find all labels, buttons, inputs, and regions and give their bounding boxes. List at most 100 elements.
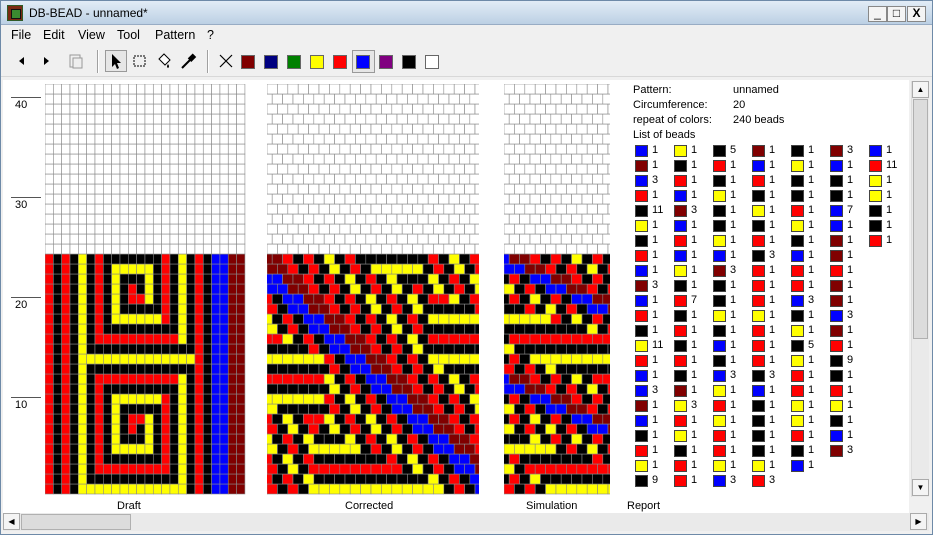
bead[interactable]	[597, 363, 609, 375]
bead[interactable]	[365, 213, 377, 225]
bead[interactable]	[303, 373, 315, 385]
bead[interactable]	[111, 463, 121, 475]
bead[interactable]	[297, 403, 309, 415]
bead[interactable]	[545, 243, 557, 255]
bead[interactable]	[592, 453, 604, 465]
bead[interactable]	[581, 113, 593, 125]
bead[interactable]	[282, 453, 294, 465]
bead[interactable]	[136, 263, 146, 275]
bead[interactable]	[267, 133, 273, 145]
bead[interactable]	[227, 373, 237, 385]
bead[interactable]	[267, 413, 273, 425]
bead[interactable]	[267, 243, 278, 255]
bead[interactable]	[152, 413, 162, 425]
bead[interactable]	[111, 273, 121, 285]
bead[interactable]	[94, 153, 104, 165]
bead[interactable]	[504, 213, 510, 225]
bead[interactable]	[422, 363, 434, 375]
bead[interactable]	[103, 393, 112, 405]
bead[interactable]	[329, 263, 341, 275]
bead[interactable]	[111, 393, 121, 405]
bead[interactable]	[78, 213, 87, 225]
bead[interactable]	[540, 113, 552, 125]
bead[interactable]	[202, 313, 212, 325]
bead[interactable]	[186, 443, 196, 455]
bead[interactable]	[277, 423, 289, 435]
bead[interactable]	[119, 113, 129, 125]
bead[interactable]	[69, 353, 79, 365]
bead[interactable]	[519, 153, 531, 165]
bead[interactable]	[381, 363, 393, 375]
bead[interactable]	[597, 463, 609, 475]
bead[interactable]	[597, 143, 609, 155]
bead[interactable]	[219, 103, 229, 115]
bead[interactable]	[128, 353, 137, 365]
bead[interactable]	[61, 273, 71, 285]
bead[interactable]	[219, 243, 229, 255]
bead[interactable]	[282, 293, 294, 305]
bead[interactable]	[69, 303, 79, 315]
bead[interactable]	[469, 273, 479, 285]
bead[interactable]	[318, 483, 330, 495]
bead[interactable]	[391, 343, 403, 355]
bead[interactable]	[474, 143, 479, 155]
bead[interactable]	[94, 303, 104, 315]
bead[interactable]	[78, 373, 87, 385]
bead[interactable]	[576, 123, 588, 135]
bead[interactable]	[318, 403, 330, 415]
bead[interactable]	[514, 483, 526, 495]
bead[interactable]	[344, 393, 356, 405]
bead[interactable]	[119, 483, 129, 495]
bead[interactable]	[313, 173, 325, 185]
bead[interactable]	[219, 343, 229, 355]
bead[interactable]	[519, 113, 531, 125]
bead[interactable]	[86, 303, 96, 315]
bead[interactable]	[370, 143, 382, 155]
bead[interactable]	[292, 313, 304, 325]
bead[interactable]	[438, 213, 450, 225]
bead[interactable]	[78, 283, 87, 295]
bead[interactable]	[422, 123, 434, 135]
bead[interactable]	[194, 93, 204, 105]
bead[interactable]	[453, 403, 465, 415]
bead[interactable]	[401, 223, 413, 235]
bead[interactable]	[277, 203, 289, 215]
bead[interactable]	[236, 173, 246, 185]
bead[interactable]	[571, 173, 583, 185]
bead[interactable]	[443, 163, 455, 175]
bead[interactable]	[202, 163, 212, 175]
bead[interactable]	[186, 463, 196, 475]
bead[interactable]	[136, 113, 146, 125]
bead[interactable]	[267, 223, 278, 235]
bead[interactable]	[448, 313, 460, 325]
bead[interactable]	[169, 123, 179, 135]
bead[interactable]	[504, 93, 510, 105]
bead[interactable]	[227, 403, 237, 415]
bead[interactable]	[534, 463, 546, 475]
bead[interactable]	[94, 93, 104, 105]
bead[interactable]	[386, 433, 398, 445]
bead[interactable]	[504, 423, 515, 435]
bead[interactable]	[136, 203, 146, 215]
bead[interactable]	[534, 203, 546, 215]
bead[interactable]	[571, 273, 583, 285]
bead[interactable]	[334, 273, 346, 285]
bead[interactable]	[267, 173, 273, 185]
bead[interactable]	[53, 433, 62, 445]
bead[interactable]	[211, 93, 221, 105]
bead[interactable]	[329, 203, 341, 215]
bead[interactable]	[566, 443, 578, 455]
bead[interactable]	[323, 413, 335, 425]
bead[interactable]	[292, 133, 304, 145]
bead[interactable]	[519, 473, 531, 485]
bead[interactable]	[560, 273, 572, 285]
bead[interactable]	[313, 433, 325, 445]
bead[interactable]	[566, 143, 578, 155]
bead[interactable]	[529, 313, 541, 325]
bead[interactable]	[464, 323, 476, 335]
bead[interactable]	[128, 243, 137, 255]
bead[interactable]	[318, 263, 330, 275]
bead[interactable]	[427, 133, 439, 145]
bead[interactable]	[464, 143, 476, 155]
bead[interactable]	[504, 353, 510, 365]
